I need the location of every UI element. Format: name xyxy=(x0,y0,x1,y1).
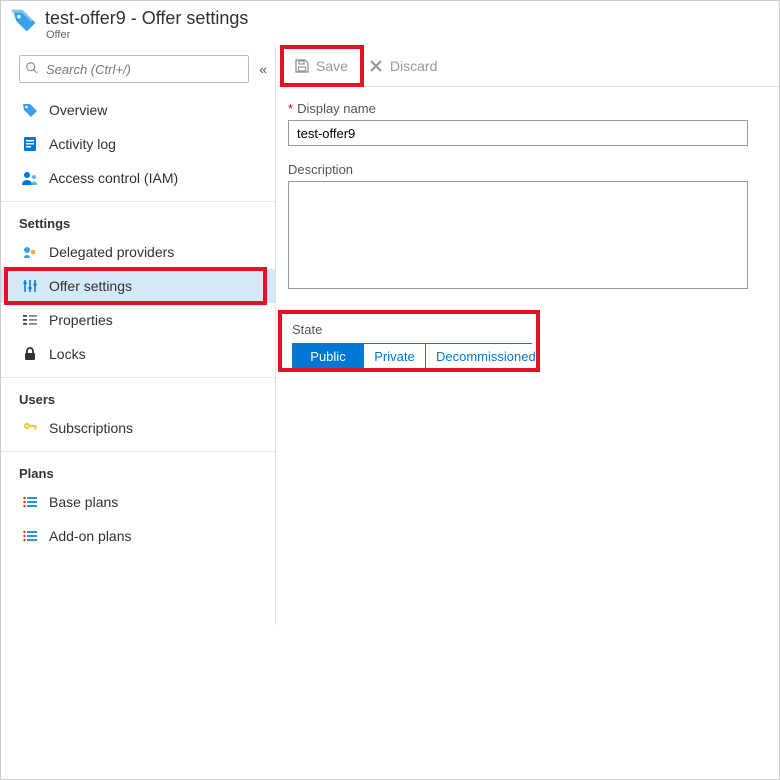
sidebar-item-addon-plans[interactable]: Add-on plans xyxy=(1,519,275,553)
divider xyxy=(1,201,275,202)
state-option-private[interactable]: Private xyxy=(363,344,425,368)
tag-icon xyxy=(21,101,39,119)
save-button[interactable]: Save xyxy=(284,50,358,82)
sidebar-group-users: Users xyxy=(1,380,275,411)
key-icon xyxy=(21,419,39,437)
sidebar-item-delegated-providers[interactable]: Delegated providers xyxy=(1,235,275,269)
toolbar: Save Discard xyxy=(276,45,779,87)
sidebar-item-label: Offer settings xyxy=(49,278,132,294)
collapse-sidebar-icon[interactable]: « xyxy=(259,61,267,77)
sidebar-group-plans: Plans xyxy=(1,454,275,485)
required-indicator: * xyxy=(288,101,293,116)
description-input[interactable] xyxy=(288,181,748,289)
activity-log-icon xyxy=(21,135,39,153)
divider xyxy=(1,377,275,378)
highlight-offer-settings: Offer settings xyxy=(1,269,275,303)
sidebar-item-offer-settings[interactable]: Offer settings xyxy=(1,269,275,303)
sidebar-item-label: Delegated providers xyxy=(49,244,174,260)
sidebar-search-row: « xyxy=(1,45,275,93)
sidebar-item-overview[interactable]: Overview xyxy=(1,93,275,127)
search-icon xyxy=(25,61,39,75)
search-wrap xyxy=(19,55,249,83)
state-label: State xyxy=(292,322,548,337)
sidebar-item-label: Subscriptions xyxy=(49,420,133,436)
app-frame: test-offer9 - Offer settings Offer « Ov xyxy=(0,0,780,780)
properties-icon xyxy=(21,311,39,329)
list-icon xyxy=(21,493,39,511)
delegated-providers-icon xyxy=(21,243,39,261)
sidebar-item-base-plans[interactable]: Base plans xyxy=(1,485,275,519)
sidebar: « Overview Activity log Access control (… xyxy=(1,45,276,625)
list-icon xyxy=(21,527,39,545)
display-name-label: * Display name xyxy=(288,101,779,116)
state-option-public[interactable]: Public xyxy=(293,344,363,368)
state-segmented-control: Public Private Decommissioned xyxy=(292,343,532,369)
page-subtype: Offer xyxy=(45,29,248,41)
form-area: * Display name Description State Public … xyxy=(276,87,779,381)
sidebar-item-label: Overview xyxy=(49,102,107,118)
main-content: Save Discard * Display name Descri xyxy=(276,45,779,779)
sidebar-item-label: Activity log xyxy=(49,136,116,152)
state-block: State Public Private Decommissioned xyxy=(288,316,548,381)
sidebar-search-input[interactable] xyxy=(19,55,249,83)
close-icon xyxy=(368,58,384,74)
sidebar-item-label: Access control (IAM) xyxy=(49,170,178,186)
offer-tag-icon xyxy=(11,7,39,35)
sidebar-item-properties[interactable]: Properties xyxy=(1,303,275,337)
description-label-text: Description xyxy=(288,162,353,177)
header-text-block: test-offer9 - Offer settings Offer xyxy=(45,7,248,41)
sidebar-group-settings: Settings xyxy=(1,204,275,235)
display-name-label-text: Display name xyxy=(297,101,376,116)
page-title: test-offer9 - Offer settings xyxy=(45,7,248,29)
sidebar-item-label: Base plans xyxy=(49,494,118,510)
lock-icon xyxy=(21,345,39,363)
page-header: test-offer9 - Offer settings Offer xyxy=(1,1,779,45)
sidebar-item-activity-log[interactable]: Activity log xyxy=(1,127,275,161)
display-name-input[interactable] xyxy=(288,120,748,146)
sidebar-item-subscriptions[interactable]: Subscriptions xyxy=(1,411,275,445)
description-label: Description xyxy=(288,162,779,177)
sidebar-item-label: Add-on plans xyxy=(49,528,132,544)
discard-button-label: Discard xyxy=(390,58,437,74)
access-control-icon xyxy=(21,169,39,187)
sliders-icon xyxy=(21,277,39,295)
sidebar-item-access-control[interactable]: Access control (IAM) xyxy=(1,161,275,195)
discard-button[interactable]: Discard xyxy=(358,50,447,82)
highlight-save: Save xyxy=(284,50,358,82)
sidebar-item-label: Locks xyxy=(49,346,86,362)
save-icon xyxy=(294,58,310,74)
state-option-decommissioned[interactable]: Decommissioned xyxy=(425,344,546,368)
save-button-label: Save xyxy=(316,58,348,74)
sidebar-item-label: Properties xyxy=(49,312,113,328)
body: « Overview Activity log Access control (… xyxy=(1,45,779,779)
sidebar-item-locks[interactable]: Locks xyxy=(1,337,275,371)
divider xyxy=(1,451,275,452)
